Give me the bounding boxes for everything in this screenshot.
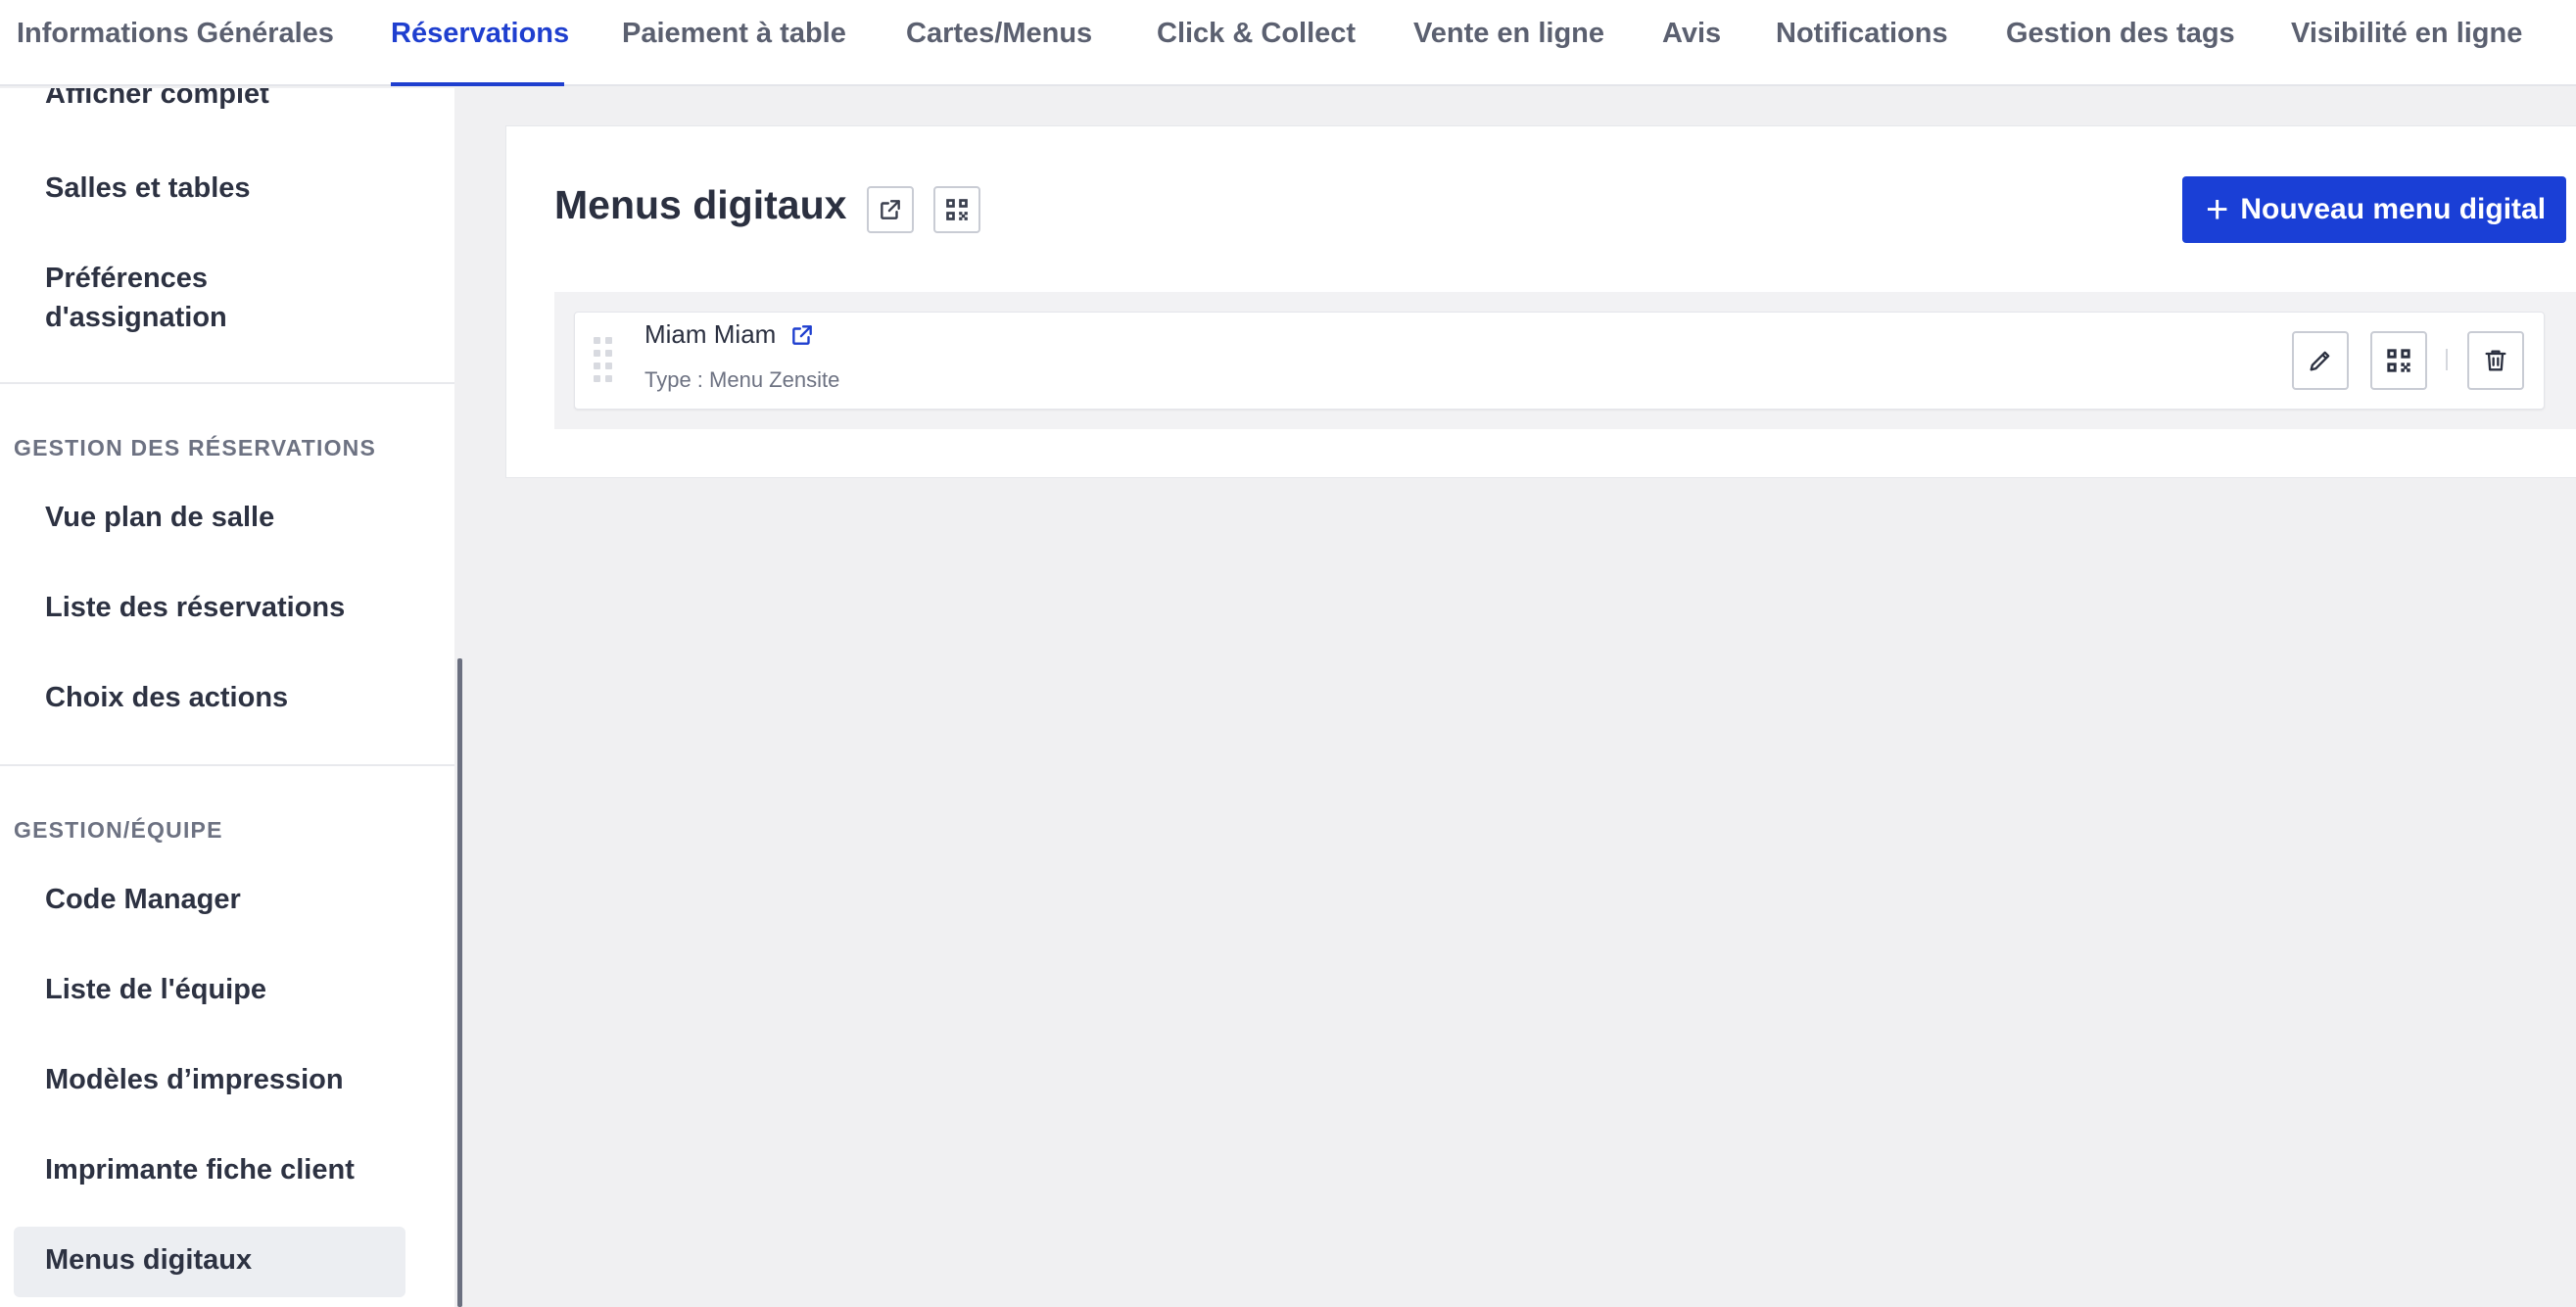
top-navigation: Informations Générales Réservations Paie…	[0, 0, 2576, 86]
sidebar-item-imprimante-fiche-client[interactable]: Imprimante fiche client	[45, 1150, 355, 1189]
tab-gestion-des-tags[interactable]: Gestion des tags	[2006, 0, 2235, 86]
actions-separator	[2446, 349, 2448, 370]
sidebar-item-salles-et-tables[interactable]: Salles et tables	[45, 169, 251, 208]
sidebar-item-choix-des-actions[interactable]: Choix des actions	[45, 678, 288, 717]
sidebar-item-modeles-impression[interactable]: Modèles d’impression	[45, 1060, 344, 1099]
sidebar-item-label: d'assignation	[45, 302, 227, 333]
tab-notifications[interactable]: Notifications	[1776, 0, 1948, 86]
sidebar-item-liste-de-l-equipe[interactable]: Liste de l'équipe	[45, 970, 266, 1009]
sidebar: Afficher complet Salles et tables Préfér…	[0, 88, 454, 1307]
qr-code-icon	[2387, 349, 2410, 372]
edit-menu-button[interactable]	[2292, 331, 2349, 390]
sidebar-section-title: GESTION/ÉQUIPE	[14, 817, 223, 843]
menu-qr-code-button[interactable]	[2370, 331, 2427, 390]
sidebar-scrollbar-thumb[interactable]	[457, 658, 462, 1307]
external-link-icon[interactable]	[789, 322, 815, 348]
qr-code-button[interactable]	[933, 186, 980, 233]
list-item[interactable]	[574, 312, 2545, 410]
sidebar-item-liste-des-reservations[interactable]: Liste des réservations	[45, 588, 345, 627]
external-link-icon	[881, 200, 900, 219]
open-external-button[interactable]	[867, 186, 914, 233]
qr-code-icon	[946, 199, 968, 220]
trash-icon	[2485, 350, 2506, 371]
new-digital-menu-label: Nouveau menu digital	[2240, 193, 2547, 225]
sidebar-item-menus-digitaux[interactable]: Menus digitaux	[45, 1240, 252, 1280]
drag-handle-icon[interactable]	[594, 337, 615, 384]
new-digital-menu-button[interactable]: + Nouveau menu digital	[2182, 176, 2566, 243]
menu-type: Type : Menu Zensite	[644, 367, 840, 392]
sidebar-divider	[0, 764, 454, 766]
sidebar-divider	[0, 382, 454, 384]
tab-reservations[interactable]: Réservations	[391, 0, 569, 86]
delete-menu-button[interactable]	[2467, 331, 2524, 390]
tab-informations-generales[interactable]: Informations Générales	[17, 0, 334, 86]
tab-visibilite-en-ligne[interactable]: Visibilité en ligne	[2291, 0, 2522, 86]
tab-avis[interactable]: Avis	[1662, 0, 1721, 86]
sidebar-item-preferences-assignation[interactable]: Préférences d'assignation	[45, 259, 227, 337]
page-title: Menus digitaux	[554, 182, 847, 227]
sidebar-item-vue-plan-de-salle[interactable]: Vue plan de salle	[45, 498, 274, 537]
tab-click-and-collect[interactable]: Click & Collect	[1157, 0, 1356, 86]
tab-vente-en-ligne[interactable]: Vente en ligne	[1413, 0, 1604, 86]
sidebar-item-afficher-complet[interactable]: Afficher complet	[45, 88, 269, 114]
tab-paiement-a-table[interactable]: Paiement à table	[622, 0, 846, 86]
tab-cartes-menus[interactable]: Cartes/Menus	[906, 0, 1092, 86]
active-tab-indicator	[391, 82, 564, 86]
menu-name: Miam Miam	[644, 319, 777, 349]
sidebar-section-title: GESTION DES RÉSERVATIONS	[14, 435, 377, 460]
pencil-icon	[2310, 351, 2330, 371]
plus-icon: +	[2206, 188, 2229, 231]
sidebar-item-code-manager[interactable]: Code Manager	[45, 880, 241, 919]
sidebar-item-label: Préférences	[45, 263, 209, 294]
